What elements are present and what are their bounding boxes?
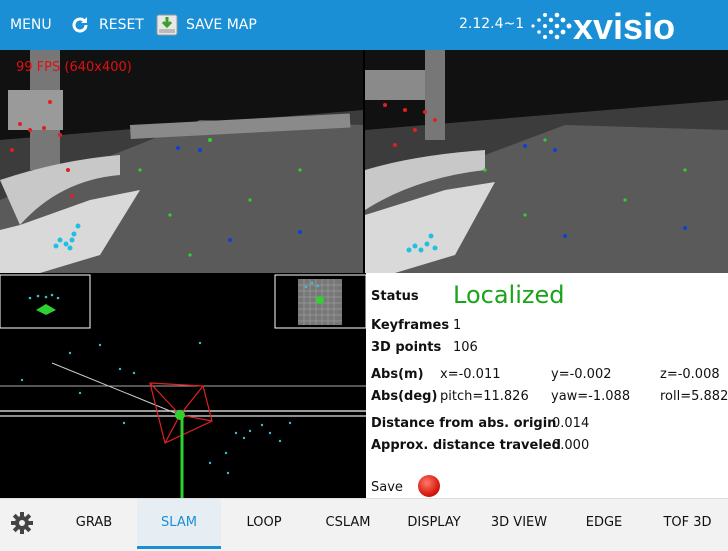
roll-value: roll=5.882 <box>660 389 728 404</box>
tab-label: CSLAM <box>325 515 371 530</box>
left-camera-view <box>0 50 363 273</box>
slam-3d-view[interactable] <box>0 273 366 498</box>
abs-z-value: z=-0.008 <box>660 367 720 382</box>
gear-icon <box>11 511 33 534</box>
menu-label: MENU <box>10 17 52 33</box>
dist-origin-label: Distance from abs. origin <box>371 416 557 431</box>
menu-button[interactable]: MENU <box>10 0 52 50</box>
pitch-value: pitch=11.826 <box>440 389 529 404</box>
keyframes-value: 1 <box>453 318 462 333</box>
yaw-value: yaw=-1.088 <box>551 389 631 404</box>
tab-loop[interactable]: LOOP <box>222 499 306 546</box>
tab-tof-3d[interactable]: TOF 3D <box>647 499 728 546</box>
points-label: 3D points <box>371 340 442 355</box>
dist-origin-value: 0.014 <box>552 416 590 431</box>
abs-x-value: x=-0.011 <box>440 367 501 382</box>
status-label: Status <box>371 289 419 304</box>
keyframes-label: Keyframes <box>371 318 450 333</box>
tab-label: 3D VIEW <box>490 515 548 530</box>
reset-label: RESET <box>99 17 144 33</box>
tab-cslam[interactable]: CSLAM <box>306 499 390 546</box>
dist-traveled-label: Approx. distance traveled <box>371 438 561 453</box>
tab-label: SLAM <box>161 515 197 530</box>
tab-label: EDGE <box>585 515 623 530</box>
abs-m-label: Abs(m) <box>371 367 424 382</box>
abs-y-value: y=-0.002 <box>551 367 612 382</box>
tab-label: TOF 3D <box>663 515 712 530</box>
tab-display[interactable]: DISPLAY <box>392 499 476 546</box>
svg-text:xvisio: xvisio <box>573 6 675 46</box>
abs-deg-label: Abs(deg) <box>371 389 438 404</box>
xvisio-logo: xvisio <box>527 6 723 47</box>
tab-grab[interactable]: GRAB <box>52 499 136 546</box>
settings-button[interactable] <box>0 499 44 546</box>
reset-button[interactable]: RESET <box>70 0 144 50</box>
save-map-label: SAVE MAP <box>186 17 257 33</box>
tab-label: DISPLAY <box>407 515 461 530</box>
tab-3d-view[interactable]: 3D VIEW <box>477 499 561 546</box>
save-map-button[interactable]: SAVE MAP <box>156 0 257 50</box>
status-value: Localized <box>453 281 565 309</box>
record-button[interactable] <box>418 475 440 497</box>
version-label: 2.12.4~1 <box>459 16 525 32</box>
download-icon <box>156 14 178 36</box>
bottom-tab-bar: GRAB SLAM LOOP CSLAM DISPLAY 3D VIEW EDG… <box>0 498 728 551</box>
slam-status-panel: Status Localized Keyframes 1 3D points 1… <box>366 273 728 498</box>
right-camera-view <box>365 50 728 273</box>
refresh-icon <box>72 17 88 33</box>
dist-traveled-value: 0.000 <box>552 438 590 453</box>
fps-readout: 99 FPS (640x400) <box>16 60 132 75</box>
tab-label: GRAB <box>75 515 113 530</box>
tab-edge[interactable]: EDGE <box>562 499 646 546</box>
save-label: Save <box>371 480 403 495</box>
top-toolbar: MENU RESET SAVE MAP 2.12.4~1 xvisio <box>0 0 728 50</box>
tab-label: LOOP <box>246 515 282 530</box>
points-value: 106 <box>453 340 478 355</box>
tab-slam[interactable]: SLAM <box>137 499 221 549</box>
